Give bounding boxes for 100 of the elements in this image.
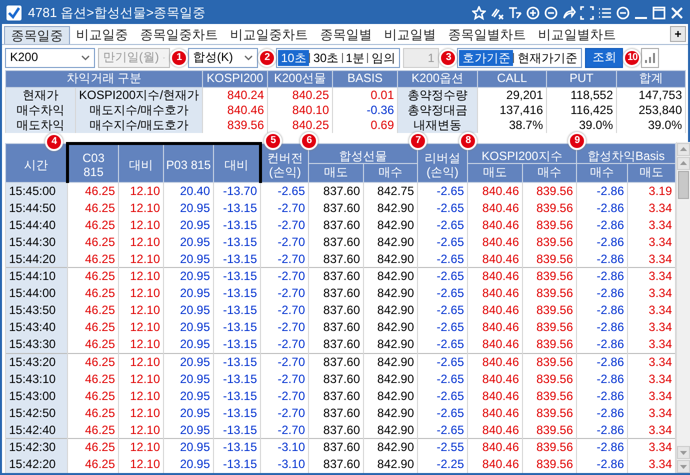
table-cell: 839.56 <box>522 233 577 250</box>
fullscreen-icon[interactable] <box>580 6 594 20</box>
table-cell: -2.65 <box>418 387 468 404</box>
table-cell: 253,840 <box>616 102 686 118</box>
table-cell: -2.70 <box>260 302 308 319</box>
table-cell: 38.7% <box>478 118 546 132</box>
callout-badge: 5 <box>264 132 282 150</box>
column-header: PUT <box>546 70 616 88</box>
symbol-select[interactable]: K200 <box>5 48 95 68</box>
table-cell: 840.46 <box>202 102 268 118</box>
table-cell: 842.90 <box>364 199 418 216</box>
table-cell: 837.60 <box>308 302 364 319</box>
table-cell: -2.65 <box>418 199 468 216</box>
tab[interactable]: 비교일별 <box>378 26 442 44</box>
zoom-out-icon[interactable] <box>544 6 558 20</box>
table-cell: 46.25 <box>68 216 118 234</box>
tab[interactable]: 비교일별차트 <box>532 26 622 44</box>
table-cell: -13.15 <box>214 353 260 370</box>
share-icon[interactable] <box>562 6 576 20</box>
table-cell: -2.65 <box>418 250 468 268</box>
table-cell: 837.60 <box>308 318 364 336</box>
column-header: KOSPI200 <box>202 70 268 88</box>
table-cell: 837.60 <box>308 268 364 285</box>
bar-chart-icon <box>644 52 656 64</box>
table-cell: 20.95 <box>164 268 214 285</box>
callout-badge: 2 <box>258 48 276 66</box>
tab[interactable]: 비교일중차트 <box>224 26 314 44</box>
table-cell: 46.25 <box>68 199 118 216</box>
table-cell: -13.15 <box>214 370 260 388</box>
row-label: 총약정대금 <box>398 102 478 118</box>
table-cell: -2.65 <box>418 268 468 285</box>
table-cell: -2.70 <box>260 318 308 336</box>
table-cell: -2.65 <box>418 353 468 370</box>
interval-option[interactable]: 임의 <box>368 50 398 66</box>
table-cell: -2.65 <box>418 302 468 319</box>
callout-badge: 1 <box>170 48 188 66</box>
table-cell: -2.65 <box>260 182 308 200</box>
table-cell: 46.25 <box>68 302 118 319</box>
time-cell: 15:44:20 <box>6 250 68 268</box>
column-header: 매도 <box>468 164 522 182</box>
tab[interactable]: 종목일별차트 <box>442 26 532 44</box>
chart-button[interactable] <box>641 48 660 68</box>
table-cell: 842.90 <box>364 302 418 319</box>
table-cell: 39.0% <box>546 118 616 132</box>
interval-option[interactable]: 1분 <box>342 50 368 66</box>
tab[interactable]: 종목일중차트 <box>134 26 224 44</box>
add-tab-button[interactable]: + <box>670 26 686 42</box>
table-cell: 839.56 <box>522 387 577 404</box>
table-cell: 20.95 <box>164 250 214 268</box>
table-cell: -2.70 <box>260 387 308 404</box>
link-off-icon[interactable] <box>490 6 504 20</box>
table-cell: 842.90 <box>364 250 418 268</box>
table-cell: 12.10 <box>118 284 164 302</box>
table-cell: 837.60 <box>308 370 364 388</box>
scrollbar-thumb[interactable] <box>678 170 690 198</box>
table-cell: 3.34 <box>628 233 676 250</box>
tab[interactable]: 비교일중 <box>70 26 134 44</box>
table-cell: -2.86 <box>576 199 628 216</box>
type-select[interactable]: 합성(K) <box>188 48 258 68</box>
table-cell: 840.46 <box>468 336 522 354</box>
table-cell: 839.56 <box>522 336 577 354</box>
query-button[interactable]: 조회 <box>585 48 624 68</box>
table-cell: 3.34 <box>628 438 676 456</box>
tab[interactable]: 종목일별 <box>314 26 378 44</box>
text-style-icon[interactable] <box>508 6 522 20</box>
time-cell: 15:42:40 <box>6 422 68 439</box>
interval-option[interactable]: 10초 <box>278 50 310 66</box>
basis-option[interactable]: 호가기준 <box>459 50 514 66</box>
table-cell: 840.24 <box>202 88 268 102</box>
table-cell: 137,416 <box>478 102 546 118</box>
interval-option[interactable]: 30초 <box>310 50 342 66</box>
time-cell: 15:45:00 <box>6 182 68 200</box>
table-cell: 46.25 <box>68 353 118 370</box>
tab[interactable]: 종목일중 <box>4 26 70 44</box>
table-cell: -13.15 <box>214 456 260 473</box>
table-cell: 837.60 <box>308 422 364 439</box>
table-cell: 842.90 <box>364 387 418 404</box>
time-cell: 15:43:20 <box>6 353 68 370</box>
callout-badge: 10 <box>623 48 642 66</box>
table-cell: -13.15 <box>214 387 260 404</box>
row-label: 현재가 <box>6 88 76 102</box>
table-cell: 46.25 <box>68 336 118 354</box>
time-cell: 15:42:50 <box>6 404 68 422</box>
zoom-in-icon[interactable] <box>526 6 540 20</box>
table-cell: -2.70 <box>260 233 308 250</box>
list-icon[interactable] <box>598 6 612 20</box>
close-icon[interactable] <box>670 6 684 20</box>
table-cell: -2.25 <box>418 456 468 473</box>
table-cell: 12.10 <box>118 456 164 473</box>
table-cell: 46.25 <box>68 456 118 473</box>
table-cell: 839.56 <box>522 370 577 388</box>
table-cell: 837.60 <box>308 216 364 234</box>
maximize-icon[interactable] <box>652 6 666 20</box>
star-icon[interactable] <box>472 6 486 20</box>
table-cell: 20.95 <box>164 233 214 250</box>
table-cell: 0.01 <box>332 88 398 102</box>
table-cell: 116,425 <box>546 102 616 118</box>
table-cell: -2.65 <box>418 336 468 354</box>
table-cell: 837.60 <box>308 233 364 250</box>
basis-option[interactable]: 현재가기준 <box>514 50 580 66</box>
